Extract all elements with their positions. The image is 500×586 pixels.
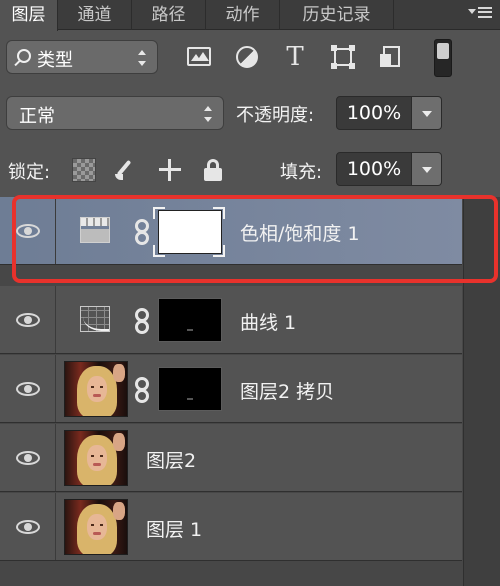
opacity-input[interactable]: 100% [336,96,412,130]
mask-link-icon[interactable] [133,377,151,405]
lock-image-pixels-brush-icon[interactable] [114,158,138,182]
layer-mask-thumbnail[interactable] [158,298,222,342]
filter-toggle-switch[interactable] [434,39,452,77]
layer-image-thumbnail [64,499,128,555]
tab-actions[interactable]: 动作 [206,0,280,30]
smart-object-filter-icon[interactable] [378,44,404,70]
lock-position-move-icon[interactable] [158,158,182,182]
lock-all-padlock-icon[interactable] [201,158,225,182]
tab-history[interactable]: 历史记录 [280,0,394,30]
lock-transparent-pixels-icon[interactable] [72,158,96,182]
layer-mask-thumbnail[interactable] [158,367,222,411]
layer-row-layer2[interactable]: 图层2 [0,424,462,492]
layer-image-thumbnail [64,430,128,486]
layer-row-layer1[interactable]: 图层 1 [0,493,462,561]
opacity-label: 不透明度: [236,105,315,126]
blend-mode-label: 正常 [19,106,55,127]
type-filter-icon[interactable]: T [282,44,308,70]
visibility-column [0,286,56,353]
mask-link-icon[interactable] [133,308,151,336]
selected-layer-highlight-box [12,195,498,283]
search-icon [17,49,31,63]
tab-paths[interactable]: 路径 [132,0,206,30]
layer-row-layer2-copy[interactable]: 图层2 拷贝 [0,355,462,423]
tab-layers[interactable]: 图层 [0,0,58,31]
fill-label: 填充: [280,162,323,183]
visibility-column [0,355,56,422]
layer-image-thumbnail [64,361,128,417]
panel-tab-bar: 图层 通道 路径 动作 历史记录 [0,0,500,31]
curves-adjustment-icon [80,306,110,332]
tab-channels[interactable]: 通道 [58,0,132,30]
eye-icon[interactable] [16,451,40,465]
fill-input[interactable]: 100% [336,152,412,186]
filter-kind-label: 类型 [37,50,73,71]
eye-icon[interactable] [16,520,40,534]
layer-name: 图层 1 [146,519,203,541]
opacity-dropdown-button[interactable] [412,96,442,130]
visibility-column [0,424,56,491]
visibility-column [0,493,56,560]
eye-icon[interactable] [16,313,40,327]
adjustment-filter-icon[interactable] [234,44,260,70]
lock-label: 锁定: [8,162,51,183]
shape-filter-icon[interactable] [330,44,356,70]
layer-name: 曲线 1 [240,312,297,334]
eye-icon[interactable] [16,382,40,396]
image-filter-icon[interactable] [186,44,212,70]
fill-dropdown-button[interactable] [412,152,442,186]
layer-name: 图层2 拷贝 [240,381,335,403]
panel-menu-icon[interactable] [466,2,496,26]
layer-name: 图层2 [146,450,197,472]
blend-mode-select[interactable]: 正常 [6,96,224,130]
select-arrows-icon [137,50,147,66]
layer-filter-select[interactable]: 类型 [6,40,158,74]
select-arrows-icon [203,106,213,122]
layer-row-curves[interactable]: 曲线 1 [0,286,462,354]
